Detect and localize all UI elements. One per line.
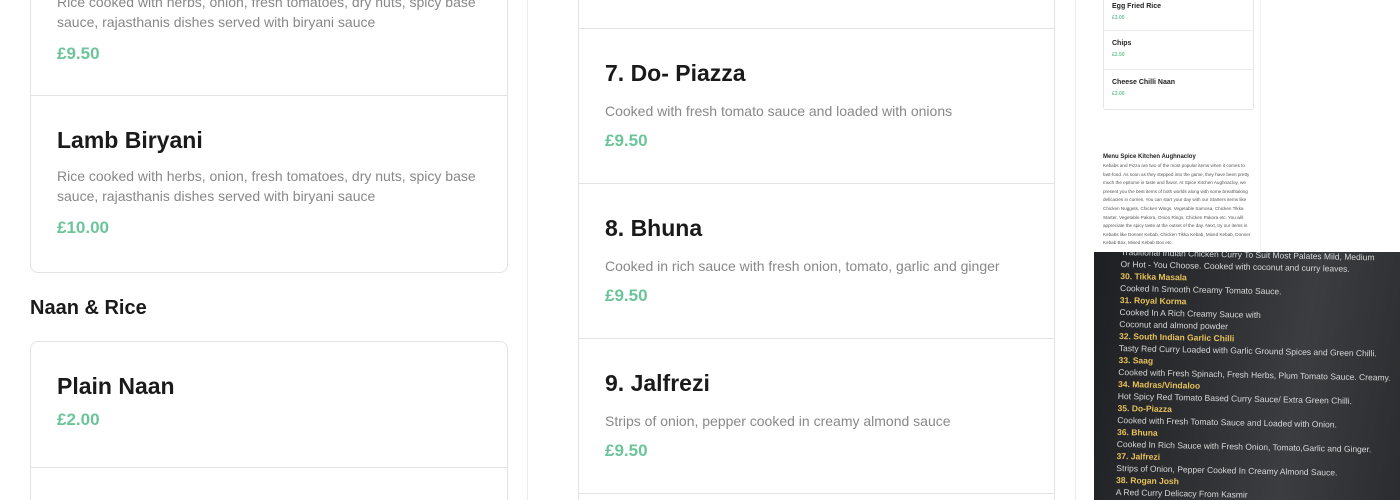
mini-menu-item[interactable]: Chips £2.50 <box>1104 31 1253 70</box>
item-price: £9.50 <box>605 131 648 150</box>
mini-item-title: Cheese Chilli Naan <box>1112 79 1176 86</box>
mini-item-price: £3.00 <box>1112 15 1125 21</box>
menu-item-plain-naan[interactable]: Plain Naan £2.00 <box>31 342 507 468</box>
mini-item-title: Egg Fried Rice <box>1112 3 1162 10</box>
item-price: £9.50 <box>605 441 648 460</box>
menu-photo-text: Traditional Indian Chicken Curry To Suit… <box>1116 252 1400 500</box>
item-description: Strips of onion, pepper cooked in creamy… <box>605 413 951 429</box>
about-body: Kebabs and Pizza are two of the most pop… <box>1103 163 1251 246</box>
about-title: Menu Spice Kitchen Aughnacloy <box>1103 154 1196 160</box>
menu-card-curries: 7. Do- Piazza Cooked with fresh tomato s… <box>578 0 1055 500</box>
item-title: Lamb Biryani <box>57 127 203 153</box>
middle-menu-column: 7. Do- Piazza Cooked with fresh tomato s… <box>578 0 1055 500</box>
item-description: Rice cooked with herbs, onion, fresh tom… <box>57 168 476 204</box>
menu-item-do-piazza[interactable]: 7. Do- Piazza Cooked with fresh tomato s… <box>579 29 1054 184</box>
menu-item-next[interactable] <box>31 468 507 500</box>
item-description: Rice cooked with herbs, onion, fresh tom… <box>57 0 476 30</box>
column-divider <box>527 0 528 500</box>
menu-photo: Traditional Indian Chicken Curry To Suit… <box>1094 252 1400 500</box>
item-price: £2.00 <box>57 410 100 429</box>
mini-item-price: £2.50 <box>1112 52 1125 58</box>
menu-item-jalfrezi[interactable]: 9. Jalfrezi Strips of onion, pepper cook… <box>579 339 1054 494</box>
about-section: Menu Spice Kitchen Aughnacloy Kebabs and… <box>1103 153 1255 248</box>
menu-item-partial[interactable]: Rice cooked with herbs, onion, fresh tom… <box>31 0 507 96</box>
menu-item-previous[interactable] <box>579 0 1054 29</box>
item-title: 8. Bhuna <box>605 215 703 241</box>
panel-divider <box>1260 0 1261 250</box>
menu-item-lamb-biryani[interactable]: Lamb Biryani Rice cooked with herbs, oni… <box>31 96 507 272</box>
item-price: £10.00 <box>57 218 109 237</box>
mini-menu-item[interactable]: Cheese Chilli Naan £3.00 <box>1104 70 1253 109</box>
menu-item-next[interactable] <box>579 494 1054 500</box>
item-description: Cooked with fresh tomato sauce and loade… <box>605 103 953 119</box>
item-title: 7. Do- Piazza <box>605 60 746 86</box>
section-heading-naan-rice: Naan & Rice <box>30 297 147 319</box>
mini-menu-card: Egg Fried Rice £3.00 Chips £2.50 Cheese … <box>1103 0 1254 110</box>
item-title: Plain Naan <box>57 373 175 399</box>
item-price: £9.50 <box>57 44 100 63</box>
item-description: Cooked in rich sauce with fresh onion, t… <box>605 258 1000 274</box>
column-divider <box>1075 0 1076 500</box>
item-price: £9.50 <box>605 286 648 305</box>
menu-item-bhuna[interactable]: 8. Bhuna Cooked in rich sauce with fresh… <box>579 184 1054 339</box>
mini-menu-item[interactable]: Egg Fried Rice £3.00 <box>1104 0 1253 31</box>
menu-card-biryani: Rice cooked with herbs, onion, fresh tom… <box>30 0 508 273</box>
mini-item-price: £3.00 <box>1112 91 1125 97</box>
menu-card-naan-rice: Plain Naan £2.00 <box>30 341 508 500</box>
left-menu-column: Rice cooked with herbs, onion, fresh tom… <box>30 0 508 500</box>
item-title: 9. Jalfrezi <box>605 370 710 396</box>
mini-item-title: Chips <box>1112 40 1132 47</box>
